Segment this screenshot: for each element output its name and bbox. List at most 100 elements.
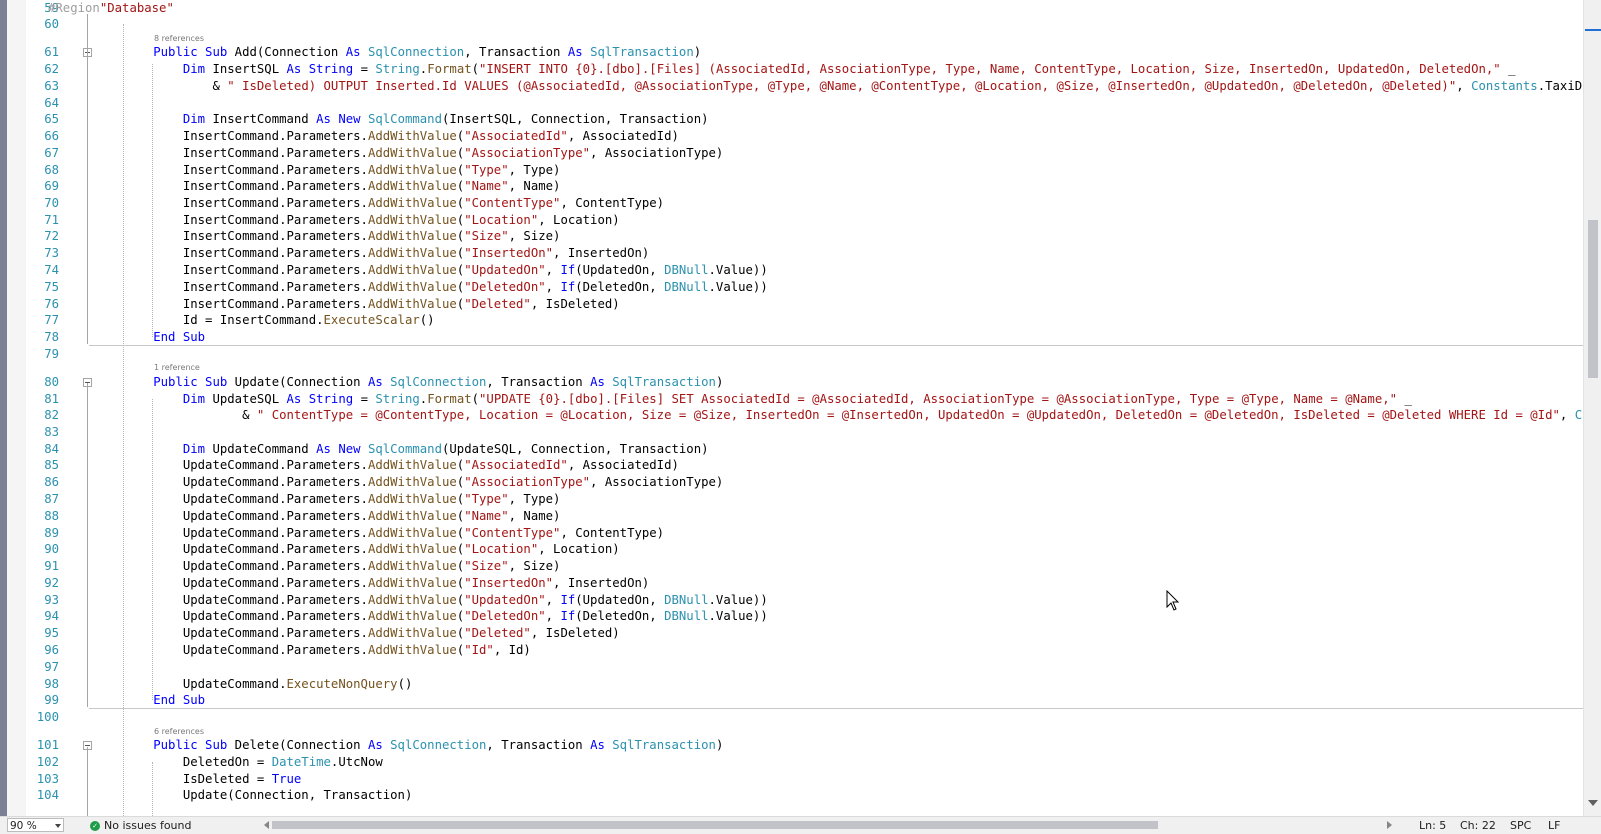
code-line[interactable]: 64 (26, 95, 1583, 112)
code-line[interactable]: 68 InsertCommand.Parameters.AddWithValue… (26, 162, 1583, 179)
code-token: Public Sub (153, 45, 235, 59)
code-line[interactable]: 77 Id = InsertCommand.ExecuteScalar() (26, 312, 1583, 329)
code-line[interactable]: 82 & " ContentType = @ContentType, Locat… (26, 407, 1583, 424)
zoom-dropdown[interactable]: 90 % (7, 818, 64, 832)
code-token: AddWithValue (367, 280, 457, 294)
issues-indicator[interactable]: ✓ No issues found (90, 818, 191, 833)
code-line[interactable]: 85 UpdateCommand.Parameters.AddWithValue… (26, 457, 1583, 474)
code-line[interactable]: 71 InsertCommand.Parameters.AddWithValue… (26, 212, 1583, 229)
code-text: UpdateCommand.Parameters.AddWithValue("A… (94, 474, 723, 491)
code-line[interactable]: 76 InsertCommand.Parameters.AddWithValue… (26, 296, 1583, 313)
code-line[interactable]: 101 Public Sub Delete(Connection As SqlC… (26, 737, 1583, 754)
code-token: InsertCommand.Parameters. (182, 297, 368, 311)
references-codelens[interactable]: 1 reference (154, 362, 200, 374)
code-line[interactable]: 96 UpdateCommand.Parameters.AddWithValue… (26, 642, 1583, 659)
code-token: & (242, 408, 257, 422)
code-line[interactable]: 75 InsertCommand.Parameters.AddWithValue… (26, 279, 1583, 296)
code-token: , InsertedOn) (553, 576, 650, 590)
references-codelens[interactable]: 6 references (154, 726, 204, 738)
code-line[interactable]: 87 UpdateCommand.Parameters.AddWithValue… (26, 491, 1583, 508)
code-line[interactable]: 62 Dim InsertSQL As String = String.Form… (26, 61, 1583, 78)
scroll-right-arrow-icon[interactable] (1387, 821, 1392, 829)
code-line[interactable]: 78 End Sub (26, 329, 1583, 346)
code-token: C (1574, 408, 1583, 422)
code-line[interactable]: 92 UpdateCommand.Parameters.AddWithValue… (26, 575, 1583, 592)
code-token: , (545, 593, 561, 607)
code-token: .UtcNow (330, 755, 383, 769)
code-text: UpdateCommand.ExecuteNonQuery() (94, 676, 413, 693)
code-line[interactable]: 100 (26, 709, 1583, 726)
code-token: DBNull (664, 263, 709, 277)
code-line[interactable]: 93 UpdateCommand.Parameters.AddWithValue… (26, 592, 1583, 609)
code-line[interactable]: 70 InsertCommand.Parameters.AddWithValue… (26, 195, 1583, 212)
code-token: As (367, 375, 391, 389)
code-line[interactable]: 91 UpdateCommand.Parameters.AddWithValue… (26, 558, 1583, 575)
code-line[interactable]: 94 UpdateCommand.Parameters.AddWithValue… (26, 608, 1583, 625)
code-line[interactable]: 86 UpdateCommand.Parameters.AddWithValue… (26, 474, 1583, 491)
code-line[interactable]: 88 UpdateCommand.Parameters.AddWithValue… (26, 508, 1583, 525)
code-token: As (590, 375, 613, 389)
line-number: 88 (44, 509, 59, 523)
code-token: "AssociatedId" (464, 458, 568, 472)
whitespace-indicator[interactable]: SPC (1510, 818, 1531, 833)
code-text: Dim UpdateSQL As String = String.Format(… (94, 391, 1412, 408)
code-line[interactable]: 103 IsDeleted = True (26, 771, 1583, 788)
code-line[interactable]: 59 #Region"Database" (26, 0, 1583, 17)
scroll-down-arrow-icon[interactable] (1588, 800, 1598, 806)
column-indicator[interactable]: Ch: 22 (1460, 818, 1496, 833)
chevron-down-icon (55, 824, 61, 828)
code-line[interactable]: 98 UpdateCommand.ExecuteNonQuery() (26, 676, 1583, 693)
code-token: , Transaction (486, 375, 591, 389)
code-editor[interactable]: 59 #Region"Database" 60 61 Public Sub Add(C… (26, 0, 1583, 816)
code-line[interactable]: 84 Dim UpdateCommand As New SqlCommand(U… (26, 441, 1583, 458)
code-line[interactable]: 83 (26, 424, 1583, 441)
code-line[interactable]: 97 (26, 659, 1583, 676)
code-line[interactable]: 95 UpdateCommand.Parameters.AddWithValue… (26, 625, 1583, 642)
code-line[interactable]: 69 InsertCommand.Parameters.AddWithValue… (26, 178, 1583, 195)
code-line[interactable]: 79 (26, 346, 1583, 363)
code-token: UpdateSQL (212, 392, 287, 406)
code-line[interactable]: 66 InsertCommand.Parameters.AddWithValue… (26, 128, 1583, 145)
code-line[interactable]: 89 UpdateCommand.Parameters.AddWithValue… (26, 525, 1583, 542)
code-text: UpdateCommand.Parameters.AddWithValue("A… (94, 457, 679, 474)
code-token: AddWithValue (367, 146, 457, 160)
vertical-scroll-thumb[interactable] (1588, 220, 1598, 378)
region-fold-line (87, 14, 88, 344)
code-token: SqlConnection (367, 45, 465, 59)
line-number: 85 (44, 458, 59, 472)
vertical-scrollbar[interactable] (1583, 0, 1601, 816)
line-number: 72 (44, 229, 59, 243)
code-line[interactable]: 61 Public Sub Add(Connection As SqlConne… (26, 44, 1583, 61)
code-line[interactable]: 72 InsertCommand.Parameters.AddWithValue… (26, 228, 1583, 245)
horizontal-scroll-thumb[interactable] (272, 821, 1158, 829)
code-line[interactable]: 90 UpdateCommand.Parameters.AddWithValue… (26, 541, 1583, 558)
code-line[interactable]: 81 Dim UpdateSQL As String = String.Form… (26, 391, 1583, 408)
code-line[interactable]: 73 InsertCommand.Parameters.AddWithValue… (26, 245, 1583, 262)
line-number: 97 (44, 660, 59, 674)
references-codelens[interactable]: 8 references (154, 33, 204, 45)
code-line[interactable]: 74 InsertCommand.Parameters.AddWithValue… (26, 262, 1583, 279)
code-line[interactable]: 99 End Sub (26, 692, 1583, 709)
code-token: "Type" (464, 492, 509, 506)
code-text: IsDeleted = True (94, 771, 301, 788)
code-line[interactable]: 104 Update(Connection, Transaction) (26, 787, 1583, 804)
code-token: (UpdatedOn, (575, 593, 665, 607)
line-number: 69 (44, 179, 59, 193)
code-line[interactable]: 102 DeletedOn = DateTime.UtcNow (26, 754, 1583, 771)
code-line[interactable]: 63 & " IsDeleted) OUTPUT Inserted.Id VAL… (26, 78, 1583, 95)
method-separator (89, 708, 1583, 709)
code-token: AddWithValue (367, 179, 457, 193)
scroll-left-arrow-icon[interactable] (264, 821, 269, 829)
code-line[interactable]: 67 InsertCommand.Parameters.AddWithValue… (26, 145, 1583, 162)
code-line[interactable]: 80 Public Sub Update(Connection As SqlCo… (26, 374, 1583, 391)
code-token: (UpdatedOn, (575, 263, 665, 277)
line-ending-indicator[interactable]: LF (1548, 818, 1560, 833)
code-line[interactable]: 60 (26, 16, 1583, 33)
code-token: AddWithValue (367, 509, 457, 523)
line-indicator[interactable]: Ln: 5 (1419, 818, 1446, 833)
code-text: Public Sub Add(Connection As SqlConnecti… (94, 44, 701, 61)
code-token: , Name) (508, 509, 561, 523)
code-token: DBNull (664, 280, 709, 294)
code-token: , Transaction (486, 738, 591, 752)
code-line[interactable]: 65 Dim InsertCommand As New SqlCommand(I… (26, 111, 1583, 128)
